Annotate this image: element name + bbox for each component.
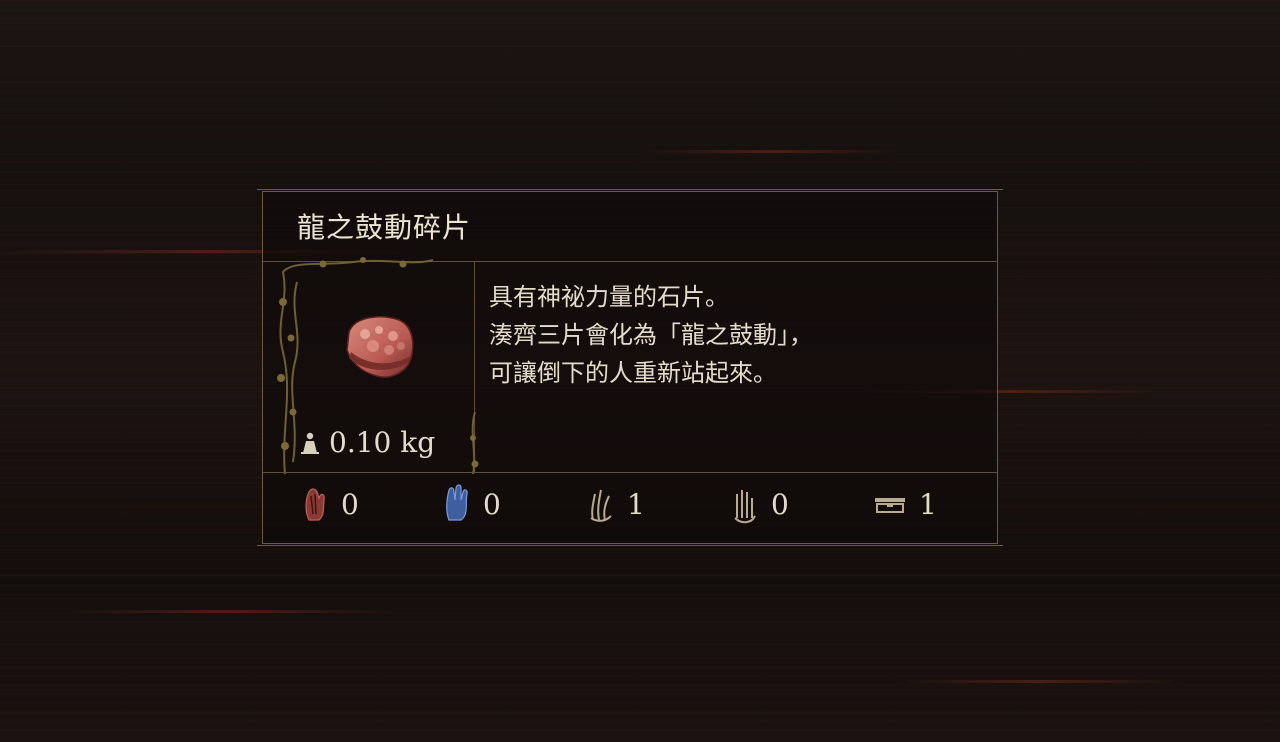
- chest-icon: [875, 498, 905, 513]
- item-name: 龍之鼓動碎片: [297, 211, 472, 244]
- wood-streak: [60, 610, 400, 613]
- item-description: 具有神祕力量的石片。 湊齊三片會化為「龍之鼓動」， 可讓倒下的人重新站起來。: [489, 278, 969, 392]
- stat-chest: 1: [873, 484, 937, 524]
- divider: [263, 472, 997, 473]
- open-hand-icon: [734, 490, 756, 524]
- game-background: 龍之鼓動碎片 0.10 kg 具有神祕力量的石片。 湊齊三片會化為「龍之鼓動」，…: [0, 0, 1280, 742]
- stat-value: 1: [919, 487, 937, 521]
- weight-icon: [301, 432, 319, 454]
- item-icon-cell: 0.10 kg: [263, 262, 475, 472]
- item-weight: 0.10 kg: [299, 426, 435, 459]
- wood-streak: [640, 150, 900, 153]
- description-line: 湊齊三片會化為「龍之鼓動」，: [489, 321, 813, 349]
- stat-blue-hand: 0: [443, 484, 501, 524]
- description-line: 可讓倒下的人重新站起來。: [489, 359, 777, 387]
- stat-value: 0: [341, 487, 359, 521]
- claw-hand-icon: [590, 489, 612, 522]
- wood-streak: [900, 680, 1180, 683]
- red-hand-icon: [305, 488, 325, 521]
- stat-red-hand: 0: [301, 484, 359, 524]
- stat-value: 1: [627, 487, 645, 521]
- item-stats-row: 0 0 1 0 1: [297, 484, 977, 528]
- stat-open-hand: 0: [731, 484, 789, 524]
- stat-value: 0: [771, 487, 789, 521]
- heart-fragment-icon: [346, 316, 414, 378]
- weight-value: 0.10 kg: [329, 426, 436, 459]
- stat-claw-hand: 1: [587, 484, 645, 524]
- stat-value: 0: [483, 487, 501, 521]
- blue-hand-icon: [446, 484, 468, 521]
- description-line: 具有神祕力量的石片。: [489, 283, 729, 311]
- item-info-panel: 龍之鼓動碎片 0.10 kg 具有神祕力量的石片。 湊齊三片會化為「龍之鼓動」，…: [257, 189, 1003, 546]
